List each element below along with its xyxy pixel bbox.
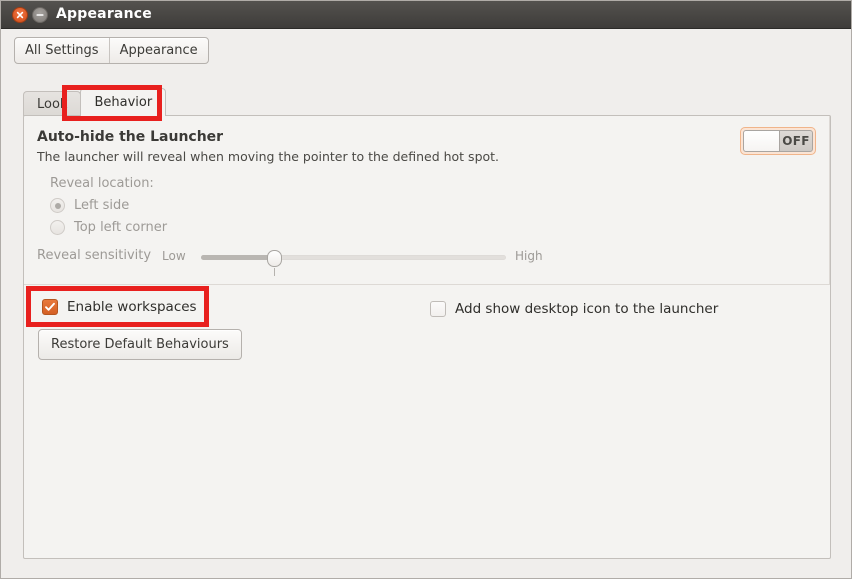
panel-vertical-divider bbox=[829, 116, 830, 284]
autohide-title: Auto-hide the Launcher bbox=[37, 129, 224, 145]
window-title: Appearance bbox=[56, 6, 152, 22]
window-titlebar: Appearance bbox=[1, 1, 851, 29]
reveal-sensitivity-slider[interactable] bbox=[201, 247, 506, 276]
checkbox-enable-workspaces[interactable]: Enable workspaces bbox=[42, 299, 197, 315]
checkbox-show-desktop-icon[interactable]: Add show desktop icon to the launcher bbox=[430, 301, 718, 317]
autohide-toggle[interactable]: OFF bbox=[743, 130, 813, 152]
behavior-panel: Auto-hide the Launcher The launcher will… bbox=[23, 115, 831, 559]
restore-default-behaviours-button[interactable]: Restore Default Behaviours bbox=[38, 329, 242, 360]
minimize-icon[interactable] bbox=[32, 7, 48, 23]
checkbox-show-desktop-icon-indicator bbox=[430, 301, 446, 317]
reveal-location-label: Reveal location: bbox=[50, 176, 154, 191]
tab-strip: Look Behavior bbox=[23, 88, 167, 116]
radio-left-side-indicator bbox=[50, 198, 65, 213]
tab-look[interactable]: Look bbox=[23, 91, 82, 116]
radio-top-left-corner[interactable]: Top left corner bbox=[50, 220, 167, 235]
radio-left-side-label: Left side bbox=[74, 198, 130, 213]
radio-left-side[interactable]: Left side bbox=[50, 198, 129, 213]
radio-top-left-corner-indicator bbox=[50, 220, 65, 235]
autohide-description: The launcher will reveal when moving the… bbox=[37, 149, 500, 164]
all-settings-button[interactable]: All Settings bbox=[15, 38, 109, 63]
tab-behavior[interactable]: Behavior bbox=[80, 88, 167, 116]
autohide-toggle-focus-ring: OFF bbox=[740, 127, 816, 155]
sensitivity-high-label: High bbox=[515, 249, 543, 263]
reveal-sensitivity-label: Reveal sensitivity bbox=[37, 248, 152, 263]
slider-tick-mark bbox=[274, 268, 275, 276]
checkbox-enable-workspaces-label: Enable workspaces bbox=[67, 299, 197, 315]
panel-horizontal-divider bbox=[24, 284, 830, 285]
sensitivity-low-label: Low bbox=[162, 249, 186, 263]
slider-handle[interactable] bbox=[267, 250, 282, 267]
close-icon[interactable] bbox=[12, 7, 28, 23]
settings-navbar: All Settings Appearance bbox=[14, 37, 209, 64]
appearance-button[interactable]: Appearance bbox=[110, 38, 208, 63]
radio-top-left-corner-label: Top left corner bbox=[74, 220, 168, 235]
appearance-window: Appearance All Settings Appearance Look … bbox=[0, 0, 852, 579]
toggle-state-label: OFF bbox=[782, 134, 810, 148]
checkbox-show-desktop-icon-label: Add show desktop icon to the launcher bbox=[455, 301, 719, 317]
slider-fill bbox=[201, 255, 274, 260]
toggle-knob bbox=[744, 131, 780, 151]
checkbox-enable-workspaces-indicator bbox=[42, 299, 58, 315]
